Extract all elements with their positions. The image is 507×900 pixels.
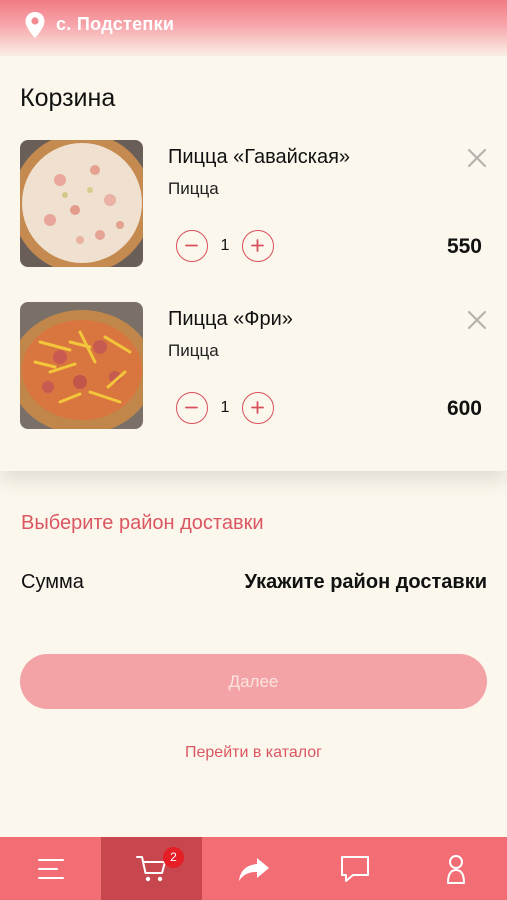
- plus-icon: [251, 401, 264, 414]
- nav-chat[interactable]: [303, 837, 404, 900]
- product-price: 600: [446, 397, 482, 420]
- decrease-quantity-button[interactable]: [176, 230, 208, 262]
- share-icon: [239, 858, 269, 881]
- next-button[interactable]: Далее: [20, 654, 487, 709]
- select-delivery-district-link[interactable]: Выберите район доставки: [21, 512, 264, 535]
- nav-profile[interactable]: [404, 837, 507, 900]
- nav-share[interactable]: [202, 837, 303, 900]
- profile-icon: [447, 855, 465, 884]
- go-to-catalog-link[interactable]: Перейти в каталог: [0, 744, 507, 762]
- minus-icon: [185, 406, 198, 409]
- top-bar: с. Подстепки: [0, 0, 507, 56]
- product-name: Пицца «Фри»: [168, 308, 293, 330]
- product-category: Пицца: [168, 179, 219, 198]
- chat-icon: [341, 856, 369, 882]
- bottom-nav: 2: [0, 837, 507, 900]
- plus-icon: [251, 239, 264, 252]
- close-icon[interactable]: [465, 308, 489, 332]
- cart-item: Пицца «Гавайская» Пицца 1 550: [0, 140, 507, 270]
- increase-quantity-button[interactable]: [242, 392, 274, 424]
- product-category: Пицца: [168, 341, 219, 360]
- cart-item: Пицца «Фри» Пицца 1 600: [0, 302, 507, 432]
- product-image: [20, 302, 143, 429]
- map-pin-icon[interactable]: [24, 11, 46, 39]
- decrease-quantity-button[interactable]: [176, 392, 208, 424]
- quantity-value: 1: [220, 399, 230, 416]
- product-name: Пицца «Гавайская»: [168, 146, 351, 168]
- menu-icon: [38, 859, 64, 879]
- cart-panel: Корзина Пицца «Гавайская» Пицца 1 550 Пи…: [0, 56, 507, 471]
- page-title: Корзина: [20, 84, 116, 112]
- nav-menu[interactable]: [0, 837, 101, 900]
- location-label[interactable]: с. Подстепки: [56, 14, 174, 35]
- sum-value: Укажите район доставки: [244, 571, 487, 593]
- nav-cart[interactable]: 2: [101, 837, 202, 900]
- increase-quantity-button[interactable]: [242, 230, 274, 262]
- quantity-value: 1: [220, 237, 230, 254]
- product-price: 550: [446, 235, 482, 258]
- close-icon[interactable]: [465, 146, 489, 170]
- product-image: [20, 140, 143, 267]
- sum-label: Сумма: [21, 571, 84, 593]
- minus-icon: [185, 244, 198, 247]
- cart-count-badge: 2: [163, 847, 184, 868]
